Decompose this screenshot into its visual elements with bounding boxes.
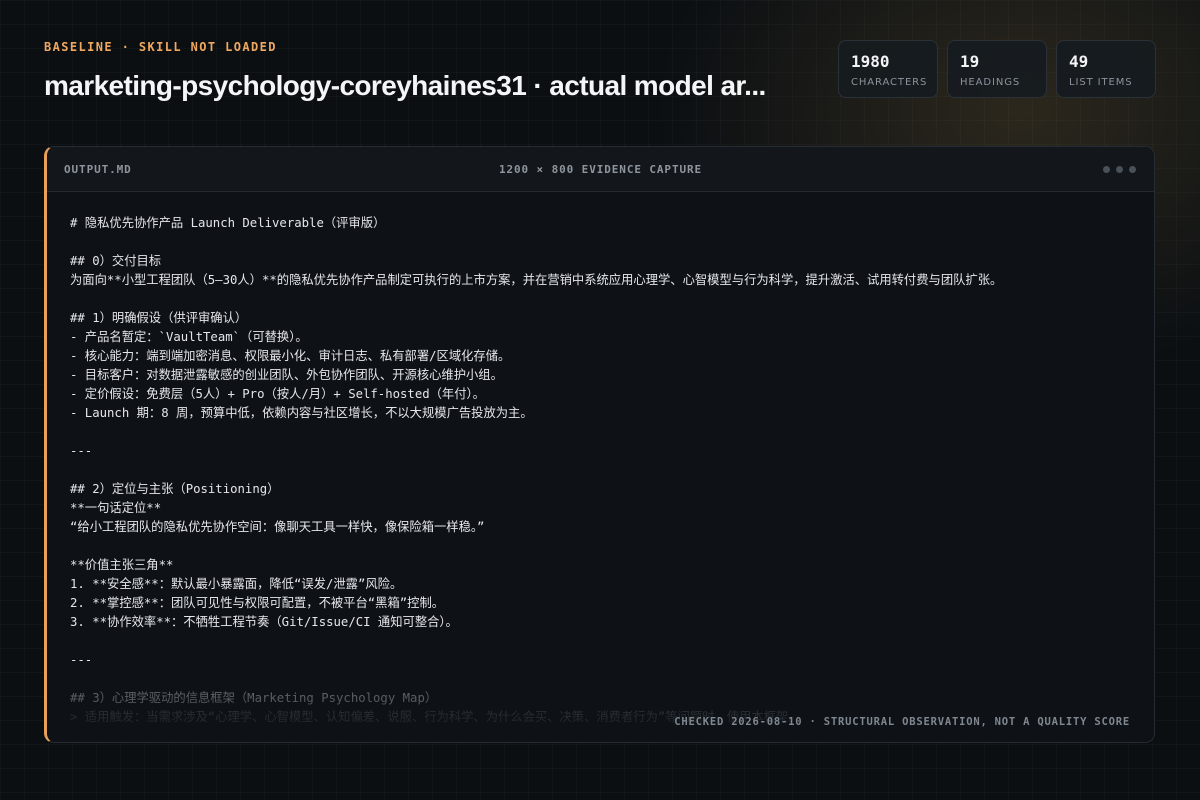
markdown-line xyxy=(70,461,1134,480)
page-title: marketing-psychology-coreyhaines31 · act… xyxy=(44,70,766,101)
markdown-content[interactable]: # 隐私优先协作产品 Launch Deliverable（评审版） ## 0）交… xyxy=(70,214,1134,727)
markdown-line: - 定价假设：免费层（5人）+ Pro（按人/月）+ Self-hosted（年… xyxy=(70,387,485,401)
dot-icon xyxy=(1129,166,1136,173)
markdown-line: ## 3）心理学驱动的信息框架（Marketing Psychology Map… xyxy=(70,691,438,705)
markdown-line: --- xyxy=(70,444,93,458)
markdown-line: 1. **安全感**：默认最小暴露面，降低“误发/泄露”风险。 xyxy=(70,577,403,591)
footer-note: CHECKED 2026-08-10 · STRUCTURAL OBSERVAT… xyxy=(674,716,1130,728)
panel-caption: 1200 × 800 EVIDENCE CAPTURE xyxy=(498,163,703,176)
window-dots xyxy=(1103,166,1136,173)
markdown-line: 2. **掌控感**：团队可见性与权限可配置，不被平台“黑箱”控制。 xyxy=(70,596,445,610)
markdown-line: **价值主张三角** xyxy=(70,558,174,572)
markdown-line xyxy=(70,233,1134,252)
stat-characters-label: CHARACTERS xyxy=(851,77,928,88)
markdown-line: “给小工程团队的隐私优先协作空间：像聊天工具一样快，像保险箱一样稳。” xyxy=(70,520,485,534)
dot-icon xyxy=(1116,166,1123,173)
stat-list-items: 49 LIST ITEMS xyxy=(1056,40,1156,98)
stat-characters-value: 1980 xyxy=(851,52,890,71)
stat-characters: 1980 CHARACTERS xyxy=(838,40,938,98)
markdown-line: - Launch 期：8 周，预算中低，依赖内容与社区增长，不以大规模广告投放为… xyxy=(70,406,533,420)
markdown-line: - 核心能力：端到端加密消息、权限最小化、审计日志、私有部署/区域化存储。 xyxy=(70,349,511,363)
panel-header: OUTPUT.MD 1200 × 800 EVIDENCE CAPTURE xyxy=(47,147,1154,192)
markdown-line: - 目标客户：对数据泄露敏感的创业团队、外包协作团队、开源核心维护小组。 xyxy=(70,368,503,382)
markdown-line: ## 0）交付目标 xyxy=(70,254,162,268)
markdown-line: --- xyxy=(70,653,93,667)
markdown-line xyxy=(70,670,1134,689)
stat-list-items-value: 49 xyxy=(1069,52,1089,71)
stats-bar: 1980 CHARACTERS 19 HEADINGS 49 LIST ITEM… xyxy=(838,40,1156,98)
markdown-line: 为面向**小型工程团队（5–30人）**的隐私优先协作产品制定可执行的上市方案，… xyxy=(70,273,1003,287)
baseline-label: BASELINE · SKILL NOT LOADED xyxy=(44,40,277,54)
markdown-line: - 产品名暂定：`VaultTeam`（可替换）。 xyxy=(70,330,308,344)
stat-list-items-label: LIST ITEMS xyxy=(1069,77,1133,88)
markdown-line: 3. **协作效率**：不牺牲工程节奏（Git/Issue/CI 通知可整合）。 xyxy=(70,615,458,629)
markdown-line: ## 2）定位与主张（Positioning） xyxy=(70,482,280,496)
stat-headings: 19 HEADINGS xyxy=(947,40,1047,98)
dot-icon xyxy=(1103,166,1110,173)
stat-headings-value: 19 xyxy=(960,52,980,71)
markdown-line xyxy=(70,423,1134,442)
stat-headings-label: HEADINGS xyxy=(960,77,1021,88)
markdown-line: # 隐私优先协作产品 Launch Deliverable（评审版） xyxy=(70,216,386,230)
markdown-line xyxy=(70,632,1134,651)
markdown-line: ## 1）明确假设（供评审确认） xyxy=(70,311,248,325)
markdown-line xyxy=(70,537,1134,556)
markdown-line: **一句话定位** xyxy=(70,501,162,515)
markdown-line xyxy=(70,290,1134,309)
output-panel: OUTPUT.MD 1200 × 800 EVIDENCE CAPTURE # … xyxy=(44,146,1155,743)
